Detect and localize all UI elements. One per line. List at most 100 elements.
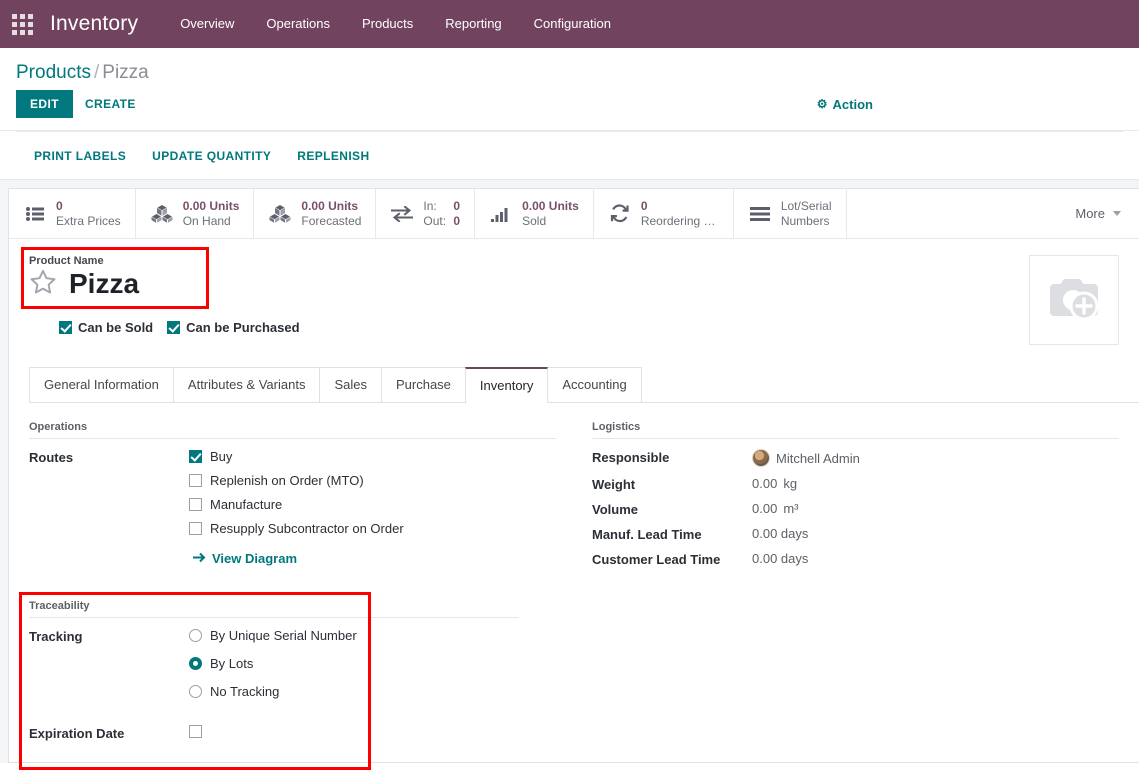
route-buy-checkbox[interactable] (189, 450, 202, 463)
inventory-tab-content: Operations Routes Buy Replenish on Order… (9, 403, 1139, 576)
action-menu-label: Action (832, 96, 873, 112)
weight-unit: kg (783, 476, 798, 491)
logistics-group: Logistics Responsible Mitchell Admin Wei… (592, 421, 1119, 576)
page-title: Pizza (69, 267, 140, 299)
breadcrumb: Products / Pizza (16, 48, 1123, 90)
responsible-value[interactable]: Mitchell Admin (752, 449, 860, 467)
tracking-none-radio[interactable] (189, 685, 202, 698)
route-mto-label: Replenish on Order (MTO) (210, 473, 364, 488)
star-outline-icon[interactable] (29, 269, 57, 298)
expiration-date-label: Expiration Date (29, 726, 125, 741)
main-menu: Overview Operations Products Reporting C… (164, 0, 627, 48)
action-menu-button[interactable]: ⚙ Action (817, 97, 873, 112)
stat-out-value: 0 (453, 213, 461, 228)
can-be-sold-checkbox[interactable] (59, 321, 72, 334)
customer-lead-time-label: Customer Lead Time (592, 552, 721, 567)
tab-sales[interactable]: Sales (319, 367, 382, 402)
volume-value: 0.00 (752, 501, 778, 516)
stat-button-extra-prices[interactable]: 0 Extra Prices (9, 189, 136, 238)
tracking-option-serial[interactable]: By Unique Serial Number (189, 628, 357, 643)
top-navbar: Inventory Overview Operations Products R… (0, 0, 1139, 48)
view-diagram-label: View Diagram (212, 551, 298, 566)
camera-add-icon (1044, 273, 1104, 328)
weight-label: Weight (592, 477, 636, 492)
route-option-resupply-subcontractor[interactable]: Resupply Subcontractor on Order (189, 521, 404, 536)
tracking-serial-radio[interactable] (189, 629, 202, 642)
route-option-manufacture[interactable]: Manufacture (189, 497, 404, 512)
routes-options: Buy Replenish on Order (MTO) Manufacture… (189, 449, 404, 566)
stat-buttons-bar: 0 Extra Prices 0.00 Units On Hand 0.00 U… (9, 189, 1139, 239)
stat-button-sold[interactable]: 0.00 Units Sold (475, 189, 594, 238)
customer-lead-time-row: Customer Lead Time 0.00 days (592, 551, 1119, 567)
manuf-lead-time-row: Manuf. Lead Time 0.00 days (592, 526, 1119, 542)
product-name-label: Product Name (29, 255, 104, 267)
route-option-mto[interactable]: Replenish on Order (MTO) (189, 473, 404, 488)
volume-unit: m³ (783, 501, 799, 516)
stat-value: 0 (640, 198, 648, 213)
edit-button[interactable]: EDIT (16, 90, 73, 118)
can-be-purchased-checkbox[interactable] (167, 321, 181, 334)
route-resupply-subcontractor-checkbox[interactable] (189, 522, 202, 535)
create-button[interactable]: CREATE (73, 90, 148, 118)
can-be-purchased-label: Can be Purchased (186, 320, 300, 335)
menu-item-reporting[interactable]: Reporting (429, 0, 517, 48)
apps-grid-icon[interactable] (8, 10, 36, 38)
more-stat-buttons-dropdown[interactable]: More (1057, 189, 1139, 238)
menu-item-products[interactable]: Products (346, 0, 429, 48)
product-form-sheet: 0 Extra Prices 0.00 Units On Hand 0.00 U… (8, 188, 1139, 770)
tab-purchase[interactable]: Purchase (380, 367, 466, 402)
tracking-options: By Unique Serial Number By Lots No Track… (189, 628, 357, 699)
tracking-label: Tracking (29, 629, 83, 644)
app-brand-title[interactable]: Inventory (44, 12, 138, 36)
tracking-lots-label: By Lots (210, 656, 254, 671)
replenish-button[interactable]: REPLENISH (287, 145, 379, 167)
tab-accounting[interactable]: Accounting (547, 367, 642, 402)
stat-button-forecasted[interactable]: 0.00 Units Forecasted (254, 189, 377, 238)
tracking-option-lots[interactable]: By Lots (189, 656, 357, 671)
sheet-background: 0 Extra Prices 0.00 Units On Hand 0.00 U… (0, 180, 1139, 770)
product-image-placeholder[interactable] (1029, 255, 1119, 345)
control-panel-right: ⚙ Action (817, 97, 1123, 112)
breadcrumb-separator: / (93, 62, 100, 83)
stat-in-value: 0 (453, 198, 461, 213)
expiration-date-row: Expiration Date (29, 725, 519, 741)
stat-value: 0.00 Units (522, 198, 579, 213)
stat-label-line1: Lot/Serial (780, 198, 832, 213)
tab-attributes-variants[interactable]: Attributes & Variants (172, 367, 321, 402)
breadcrumb-products-link[interactable]: Products (16, 62, 91, 83)
manuf-lead-time-label: Manuf. Lead Time (592, 527, 702, 542)
caret-down-icon (1113, 211, 1121, 216)
stat-button-lot-serial-numbers[interactable]: Lot/Serial Numbers (734, 189, 847, 238)
responsible-name: Mitchell Admin (776, 450, 860, 466)
menu-item-configuration[interactable]: Configuration (518, 0, 627, 48)
print-labels-button[interactable]: PRINT LABELS (24, 145, 136, 167)
boxes-icon (268, 202, 292, 226)
responsible-row: Responsible Mitchell Admin (592, 449, 1119, 467)
operations-group-title: Operations (29, 421, 556, 439)
view-diagram-link[interactable]: View Diagram (193, 551, 404, 566)
routes-field-row: Routes Buy Replenish on Order (MTO) Manu… (29, 449, 556, 566)
tab-general-information[interactable]: General Information (29, 367, 174, 402)
route-resupply-subcontractor-label: Resupply Subcontractor on Order (210, 521, 404, 536)
menu-item-operations[interactable]: Operations (250, 0, 346, 48)
route-mto-checkbox[interactable] (189, 474, 202, 487)
stat-label: Extra Prices (56, 213, 121, 228)
update-quantity-button[interactable]: UPDATE QUANTITY (142, 145, 281, 167)
route-option-buy[interactable]: Buy (189, 449, 404, 464)
can-be-sold-checkbox-item[interactable]: Can be Sold (59, 320, 153, 335)
tracking-lots-radio[interactable] (189, 657, 202, 670)
stat-value: 0.00 Units (182, 198, 240, 213)
can-be-purchased-checkbox-item[interactable]: Can be Purchased (167, 320, 300, 335)
expiration-date-checkbox[interactable] (189, 725, 202, 738)
route-manufacture-checkbox[interactable] (189, 498, 202, 511)
stat-button-on-hand[interactable]: 0.00 Units On Hand (136, 189, 255, 238)
stat-button-reordering-rules[interactable]: 0 Reordering R... (594, 189, 734, 238)
stat-button-in-out[interactable]: In: 0 Out: 0 (376, 189, 476, 238)
responsible-label: Responsible (592, 450, 670, 465)
tracking-option-none[interactable]: No Tracking (189, 684, 357, 699)
tab-inventory[interactable]: Inventory (464, 367, 549, 403)
stat-label: On Hand (182, 213, 231, 228)
lines-icon (748, 202, 772, 226)
menu-item-overview[interactable]: Overview (164, 0, 250, 48)
control-panel-buttons-row: EDIT CREATE ⚙ Action (16, 90, 1123, 130)
